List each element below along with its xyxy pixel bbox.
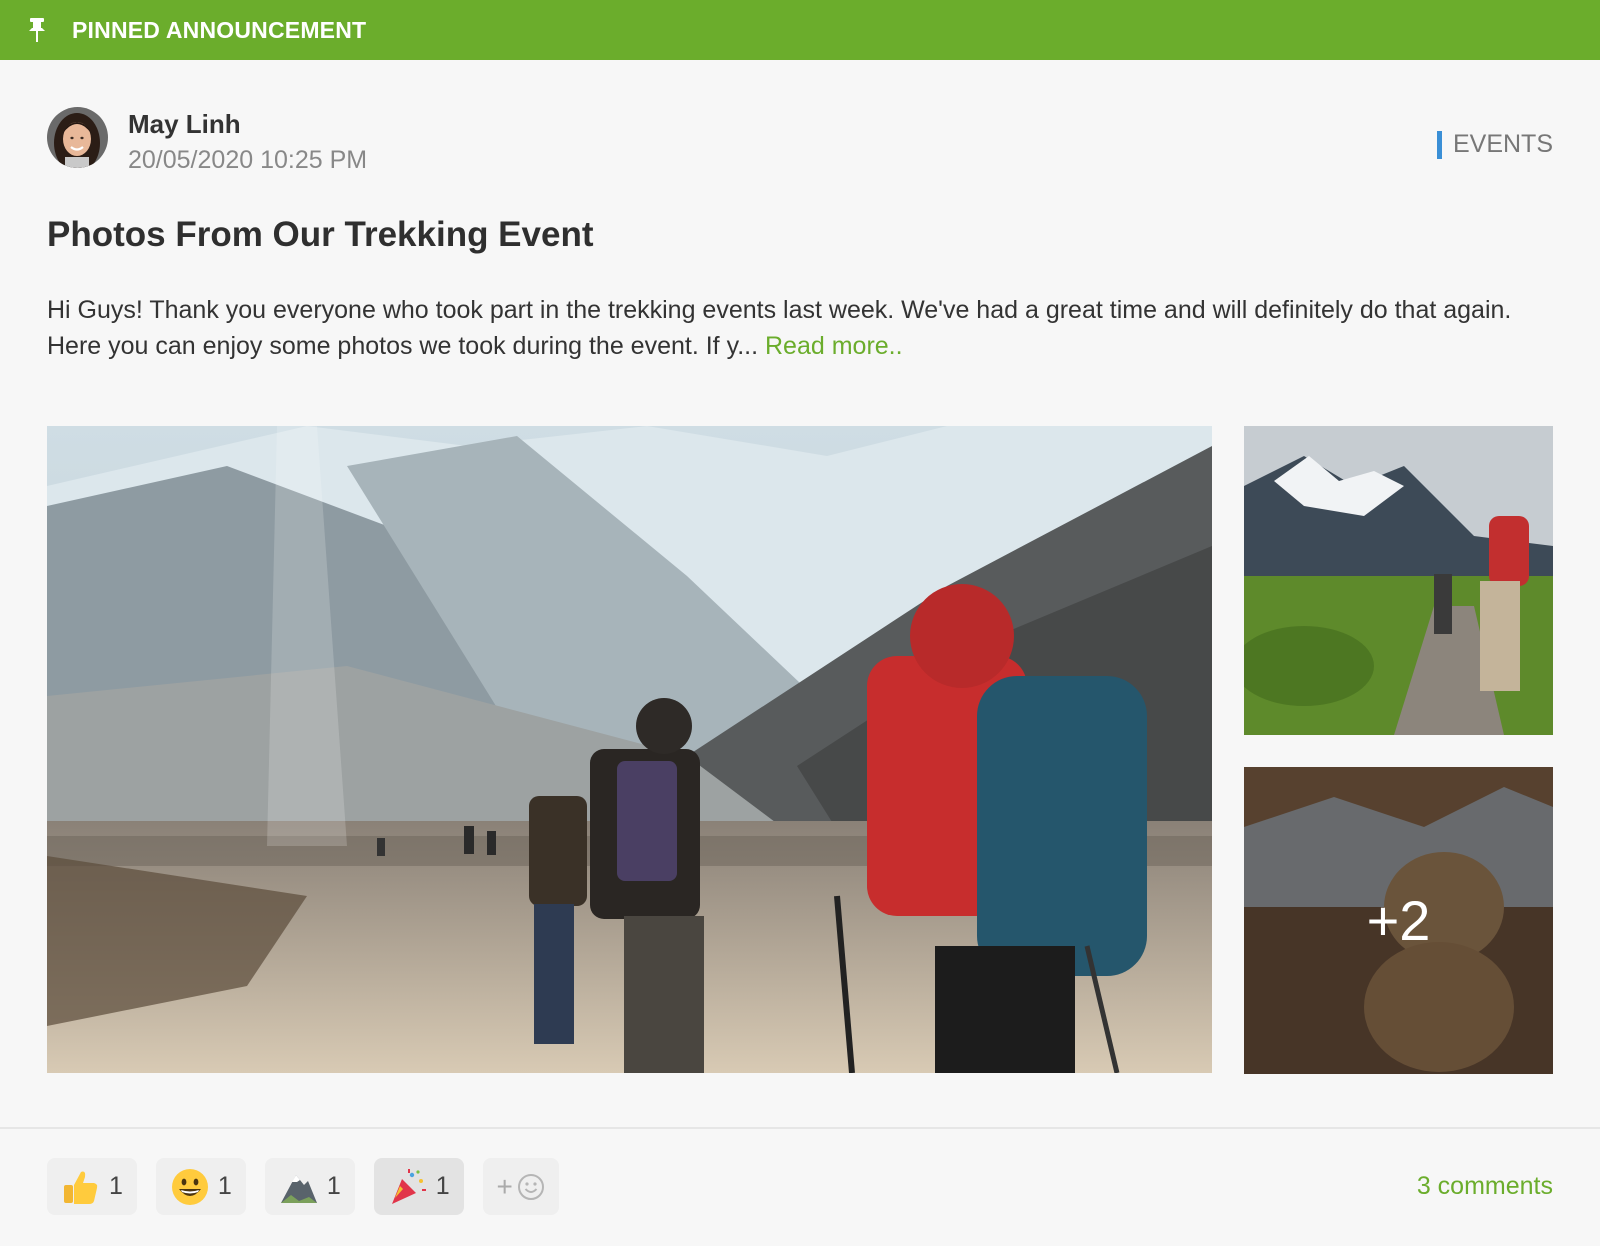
add-emoji-icon xyxy=(517,1173,544,1200)
trekking-photo xyxy=(47,426,1212,1073)
add-reaction-plus: + xyxy=(496,1170,513,1202)
post-body: Hi Guys! Thank you everyone who took par… xyxy=(47,292,1547,364)
pinned-label: PINNED ANNOUNCEMENT xyxy=(72,16,367,43)
mountain-icon xyxy=(280,1174,317,1203)
category-label: EVENTS xyxy=(1452,130,1553,158)
reaction-thumbs-up[interactable]: 1 xyxy=(47,1158,137,1215)
reaction-count: 1 xyxy=(109,1172,123,1200)
post-date: 20/05/2020 10:25 PM xyxy=(128,146,368,174)
reaction-bar: 1 1 1 1 + xyxy=(47,1158,559,1215)
reaction-count: 1 xyxy=(326,1172,341,1200)
add-reaction-button[interactable]: + xyxy=(482,1158,559,1215)
gallery-photo-2[interactable] xyxy=(1244,426,1553,735)
announcement-card: PINNED ANNOUNCEMENT May Linh 20/05/2020 … xyxy=(0,0,1600,1246)
thumbs-up-icon xyxy=(64,1171,98,1204)
footer-divider xyxy=(0,1127,1600,1129)
pin-icon xyxy=(29,18,45,42)
reaction-count: 1 xyxy=(217,1172,232,1200)
reaction-grinning[interactable]: 1 xyxy=(155,1158,246,1215)
reaction-mountain[interactable]: 1 xyxy=(264,1158,355,1215)
category-tag[interactable]: EVENTS xyxy=(1436,130,1553,159)
comments-link[interactable]: 3 comments xyxy=(1417,1172,1553,1201)
more-photos-count: +2 xyxy=(1366,889,1431,952)
pinned-banner: PINNED ANNOUNCEMENT xyxy=(0,0,1600,60)
post-title[interactable]: Photos From Our Trekking Event xyxy=(47,215,593,255)
grinning-face-icon xyxy=(171,1168,208,1205)
more-photos-overlay[interactable]: +2 xyxy=(1244,767,1553,1074)
gallery-photo-main[interactable] xyxy=(47,426,1212,1073)
gallery-photo-more[interactable]: +2 xyxy=(1244,767,1553,1074)
reaction-count: 1 xyxy=(435,1172,450,1200)
reaction-party-popper[interactable]: 1 xyxy=(373,1158,464,1215)
read-more-link[interactable]: Read more.. xyxy=(765,332,903,360)
hiking-trail-photo xyxy=(1244,426,1553,735)
party-popper-icon xyxy=(391,1168,426,1204)
category-marker xyxy=(1436,130,1442,159)
avatar[interactable] xyxy=(47,107,108,168)
author-name[interactable]: May Linh xyxy=(128,109,241,140)
